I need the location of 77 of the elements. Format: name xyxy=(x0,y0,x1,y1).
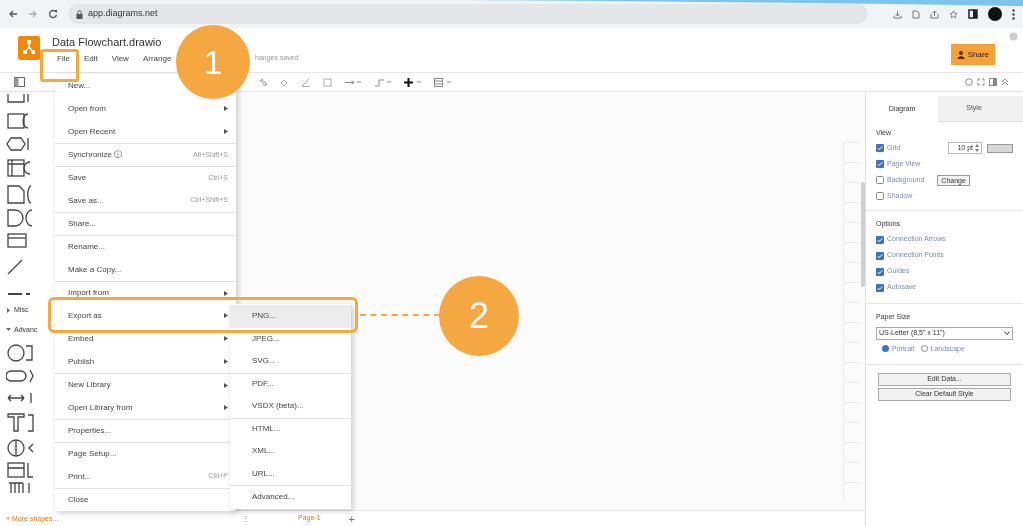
pen-icon[interactable] xyxy=(301,77,311,87)
sidebar-icon[interactable] xyxy=(968,9,978,19)
menu-item[interactable]: Share... xyxy=(68,218,96,230)
fullscreen-icon[interactable] xyxy=(977,78,985,86)
checkbox[interactable] xyxy=(876,235,884,244)
menu-item[interactable]: Save xyxy=(68,172,87,184)
panel-icon[interactable] xyxy=(989,78,997,86)
lock-icon xyxy=(76,9,83,19)
expand-arrow-icon[interactable] xyxy=(6,307,11,313)
arrow-icon[interactable] xyxy=(344,77,362,87)
menu-item[interactable]: Save as... xyxy=(68,194,104,207)
caret-icon xyxy=(1004,331,1010,335)
logo-icon xyxy=(18,36,40,60)
panel-icon[interactable] xyxy=(14,77,25,87)
menu-item[interactable]: Print... xyxy=(68,470,92,483)
reload-icon[interactable] xyxy=(48,9,58,19)
table-icon[interactable] xyxy=(434,77,452,87)
menu-item[interactable]: Open from xyxy=(68,102,106,115)
add-page-button[interactable]: + xyxy=(348,512,355,525)
menu-item[interactable]: Import from xyxy=(68,287,109,299)
menu-item[interactable]: Advanced... xyxy=(230,485,351,508)
page-menu-button[interactable]: ⋮ xyxy=(242,512,250,525)
callout-frame xyxy=(40,49,79,82)
fill-icon[interactable] xyxy=(280,77,289,87)
share-icon[interactable] xyxy=(930,9,939,19)
menu-item[interactable]: Page Setup... xyxy=(68,448,117,460)
radio-button[interactable] xyxy=(882,345,889,353)
scrollbar[interactable] xyxy=(861,182,865,287)
menu-item[interactable]: PDF... xyxy=(230,372,351,395)
menu-item[interactable]: Rename... xyxy=(68,241,105,253)
avatar-icon[interactable] xyxy=(988,7,1002,21)
color-swatch[interactable] xyxy=(987,143,1013,153)
checkbox[interactable] xyxy=(876,283,884,292)
plus-icon[interactable] xyxy=(404,77,422,87)
back-icon[interactable] xyxy=(8,9,18,19)
menu-item[interactable]: Arrange xyxy=(142,53,172,65)
menu-item[interactable]: Make a Copy... xyxy=(68,263,122,276)
menu-item[interactable]: New... xyxy=(68,79,91,92)
paint-icon[interactable] xyxy=(259,77,268,87)
menu-item[interactable]: Edit xyxy=(83,53,98,65)
download-icon[interactable] xyxy=(893,9,902,19)
spinner-icon[interactable] xyxy=(975,144,979,152)
menu-item[interactable]: SVG... xyxy=(230,350,351,373)
menu-item[interactable]: Synchronize ⓘ xyxy=(68,149,123,161)
file-title: Data Flowchart.drawio xyxy=(52,36,163,49)
person-icon xyxy=(956,50,965,59)
menu-item[interactable]: HTML... xyxy=(230,417,351,440)
checkbox[interactable] xyxy=(876,176,884,184)
menu-item[interactable]: View xyxy=(111,53,129,65)
checkbox[interactable] xyxy=(876,251,884,260)
forward-icon[interactable] xyxy=(28,9,38,19)
menu-item[interactable]: PNG... xyxy=(230,305,351,328)
menu-item[interactable]: Close xyxy=(68,494,89,506)
menu-item[interactable]: XML... xyxy=(230,440,351,463)
collapse-arrow-icon[interactable] xyxy=(6,327,11,333)
checkbox[interactable] xyxy=(876,192,884,200)
menu-item[interactable]: VSDX (beta)... xyxy=(230,395,351,418)
menu-item[interactable]: Open Library from xyxy=(68,401,133,414)
menu-item[interactable]: Embed xyxy=(68,332,94,345)
menu-item[interactable]: Open Recent xyxy=(68,125,116,138)
menu-item[interactable]: File xyxy=(57,53,70,65)
address-bar[interactable]: app.diagrams.net xyxy=(68,4,868,24)
tab-background xyxy=(1010,96,1023,122)
menu-item[interactable]: Publish xyxy=(68,355,95,368)
clock-icon[interactable] xyxy=(965,78,973,86)
more-icon[interactable] xyxy=(1012,8,1015,20)
star-icon[interactable] xyxy=(949,9,958,19)
checkbox[interactable] xyxy=(876,267,884,276)
url-text: app.diagrams.net xyxy=(88,7,158,21)
menu-item[interactable]: URL... xyxy=(230,462,351,485)
menu-item[interactable]: Export as xyxy=(68,309,102,322)
rectangle-icon[interactable] xyxy=(323,77,332,87)
page-icon[interactable] xyxy=(912,9,920,19)
share-button[interactable]: Share xyxy=(950,44,995,65)
menu-item[interactable]: New Library xyxy=(68,379,111,391)
collapse-icon[interactable] xyxy=(1001,78,1009,86)
menu-item[interactable]: Properties... xyxy=(68,425,112,437)
